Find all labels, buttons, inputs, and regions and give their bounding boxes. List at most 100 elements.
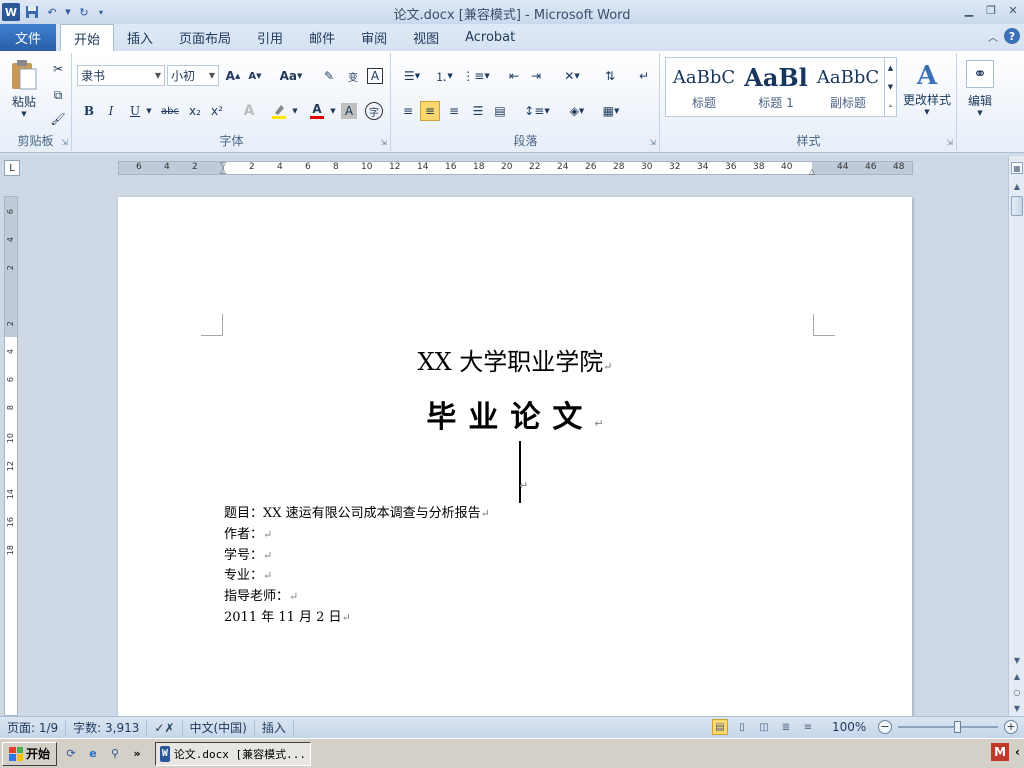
scroll-thumb[interactable] xyxy=(1011,196,1023,216)
tray-expand-icon[interactable]: ‹ xyxy=(1015,745,1020,759)
text-effects-button[interactable]: A xyxy=(239,101,259,121)
italic-button[interactable]: I xyxy=(101,101,121,121)
draft-view-icon[interactable]: ≡ xyxy=(800,719,816,735)
strikethrough-button[interactable]: abc xyxy=(159,101,181,121)
bold-button[interactable]: B xyxy=(79,101,99,121)
align-right-icon[interactable]: ≡ xyxy=(444,101,464,121)
copy-icon[interactable]: ⧉ xyxy=(48,85,68,105)
language[interactable]: 中文(中国) xyxy=(183,719,255,736)
zoom-in-icon[interactable]: + xyxy=(1004,720,1018,734)
editing-button[interactable]: ⚭ 编辑 ▼ xyxy=(960,55,1000,121)
subscript-button[interactable]: x₂ xyxy=(185,101,205,121)
justify-icon[interactable]: ☰ xyxy=(468,101,488,121)
format-painter-icon[interactable]: 🖌 xyxy=(48,109,68,129)
tab-insert[interactable]: 插入 xyxy=(114,24,166,51)
borders-icon[interactable]: ▦ ▼ xyxy=(598,101,624,121)
tab-mailings[interactable]: 邮件 xyxy=(296,24,348,51)
gallery-scroll-down-icon[interactable]: ▼ xyxy=(884,77,896,96)
save-icon[interactable] xyxy=(24,4,40,20)
highlight-color-icon[interactable] xyxy=(269,101,289,121)
character-border-button[interactable]: A xyxy=(367,68,383,84)
cut-icon[interactable]: ✂ xyxy=(48,59,68,79)
vertical-ruler[interactable]: 6 4 2 2 4 6 8 10 12 14 16 18 xyxy=(4,196,18,716)
tab-acrobat[interactable]: Acrobat xyxy=(452,24,528,51)
change-styles-button[interactable]: A 更改样式 ▼ xyxy=(900,55,954,121)
font-launcher-icon[interactable]: ⇲ xyxy=(380,138,387,147)
tab-references[interactable]: 引用 xyxy=(244,24,296,51)
indent-marker-icon[interactable]: ▽ △ xyxy=(220,161,228,175)
zoom-slider-knob[interactable] xyxy=(954,721,961,733)
numbering-icon[interactable]: ⒈ ▼ xyxy=(430,66,458,86)
proofing-icon[interactable]: ✓✗ xyxy=(147,719,183,736)
tab-review[interactable]: 审阅 xyxy=(348,24,400,51)
paste-button[interactable]: 粘贴 ▼ xyxy=(6,55,42,121)
shading-icon[interactable]: ◈ ▼ xyxy=(564,101,590,121)
align-center-icon[interactable]: ≡ xyxy=(420,101,440,121)
tab-file[interactable]: 文件 xyxy=(0,24,56,51)
full-screen-reading-icon[interactable]: ▯ xyxy=(734,719,750,735)
enclose-characters-button[interactable]: 字 xyxy=(365,102,383,120)
tab-home[interactable]: 开始 xyxy=(60,24,115,51)
scroll-down-icon[interactable]: ▼ xyxy=(1011,654,1023,666)
sort-icon[interactable]: ⇅ xyxy=(600,66,620,86)
close-icon[interactable]: ✕ xyxy=(1006,3,1020,17)
minimize-icon[interactable]: ▁ xyxy=(962,3,976,17)
shrink-font-button[interactable]: A ▼ xyxy=(245,66,265,86)
paragraph-launcher-icon[interactable]: ⇲ xyxy=(649,138,656,147)
font-name-dropdown[interactable]: 隶书 ▼ xyxy=(77,65,165,86)
right-indent-marker-icon[interactable]: △ xyxy=(809,167,817,176)
line-spacing-icon[interactable]: ↕≡ ▼ xyxy=(524,101,550,121)
style-title[interactable]: AaBbC 标题 xyxy=(668,60,740,114)
quicklaunch-app-icon[interactable]: ⟳ xyxy=(63,746,79,762)
font-color-dropdown-icon[interactable]: ▼ xyxy=(329,101,337,121)
styles-launcher-icon[interactable]: ⇲ xyxy=(946,138,953,147)
align-left-icon[interactable]: ≡ xyxy=(398,101,418,121)
document-page[interactable]: XX 大学职业学院↵ 毕业论文↵ ↵ 题目：XX 速运有限公司成本调查与分析报告… xyxy=(118,197,912,716)
superscript-button[interactable]: x² xyxy=(207,101,227,121)
underline-dropdown-icon[interactable]: ▼ xyxy=(145,101,153,121)
clipboard-launcher-icon[interactable]: ⇲ xyxy=(61,138,68,147)
tab-page-layout[interactable]: 页面布局 xyxy=(166,24,244,51)
gallery-scroll-up-icon[interactable]: ▲ xyxy=(884,58,896,77)
show-marks-icon[interactable]: ↵ xyxy=(634,66,654,86)
document-info-block[interactable]: 题目：XX 速运有限公司成本调查与分析报告↵ 作者：↵ 学号：↵ 专业：↵ 指导… xyxy=(224,504,490,629)
zoom-level[interactable]: 100% xyxy=(832,720,872,734)
start-button[interactable]: 开始 xyxy=(2,741,58,766)
tab-view[interactable]: 视图 xyxy=(400,24,452,51)
chinese-layout-icon[interactable]: ✕ ▼ xyxy=(558,66,586,86)
word-app-icon[interactable]: W xyxy=(2,3,20,21)
decrease-indent-icon[interactable]: ⇤ xyxy=(504,66,524,86)
highlight-dropdown-icon[interactable]: ▼ xyxy=(291,101,299,121)
zoom-slider[interactable] xyxy=(898,720,998,734)
view-ruler-icon[interactable]: ▦ xyxy=(1011,162,1023,174)
print-layout-view-icon[interactable]: ▤ xyxy=(712,719,728,735)
document-heading-thesis[interactable]: 毕业论文↵ xyxy=(118,392,912,436)
quicklaunch-more-icon[interactable]: » xyxy=(129,746,145,762)
style-subtitle[interactable]: AaBbC 副标题 xyxy=(812,60,884,114)
undo-dropdown-icon[interactable]: ▼ xyxy=(64,4,72,20)
gallery-more-icon[interactable]: ⩡ xyxy=(884,96,896,116)
minimize-ribbon-icon[interactable]: ︿ xyxy=(988,29,998,44)
tray-app-icon[interactable]: M xyxy=(991,743,1010,761)
increase-indent-icon[interactable]: ⇥ xyxy=(526,66,546,86)
browse-object-icon[interactable]: ○ xyxy=(1011,686,1023,698)
next-page-icon[interactable]: ▼ xyxy=(1011,702,1023,714)
bullets-icon[interactable]: ☰ ▼ xyxy=(398,66,426,86)
undo-icon[interactable]: ↶ xyxy=(44,4,60,20)
page-count[interactable]: 页面: 1/9 xyxy=(0,719,67,736)
insert-mode[interactable]: 插入 xyxy=(255,719,294,736)
previous-page-icon[interactable]: ▲ xyxy=(1011,670,1023,682)
outline-view-icon[interactable]: ≣ xyxy=(778,719,794,735)
zoom-out-icon[interactable]: − xyxy=(878,720,892,734)
horizontal-ruler[interactable]: 6 4 2 2 4 6 8 10 12 14 16 18 20 22 24 26 28 30 32 34 36 38 40 4… xyxy=(118,161,913,176)
taskbar-word-window[interactable]: W 论文.docx [兼容模式... xyxy=(155,741,312,766)
pinyin-guide-button[interactable]: 变 xyxy=(343,66,363,86)
internet-explorer-icon[interactable]: e xyxy=(85,746,101,762)
multilevel-list-icon[interactable]: ⋮≡ ▼ xyxy=(462,66,490,86)
underline-button[interactable]: U xyxy=(125,101,145,121)
web-layout-icon[interactable]: ◫ xyxy=(756,719,772,735)
vertical-scrollbar[interactable]: ▦ ▲ ▼ ▲ ○ ▼ xyxy=(1008,156,1024,716)
redo-icon[interactable]: ↻ xyxy=(76,4,92,20)
scroll-up-icon[interactable]: ▲ xyxy=(1011,180,1023,192)
character-shading-button[interactable]: A xyxy=(341,103,357,119)
